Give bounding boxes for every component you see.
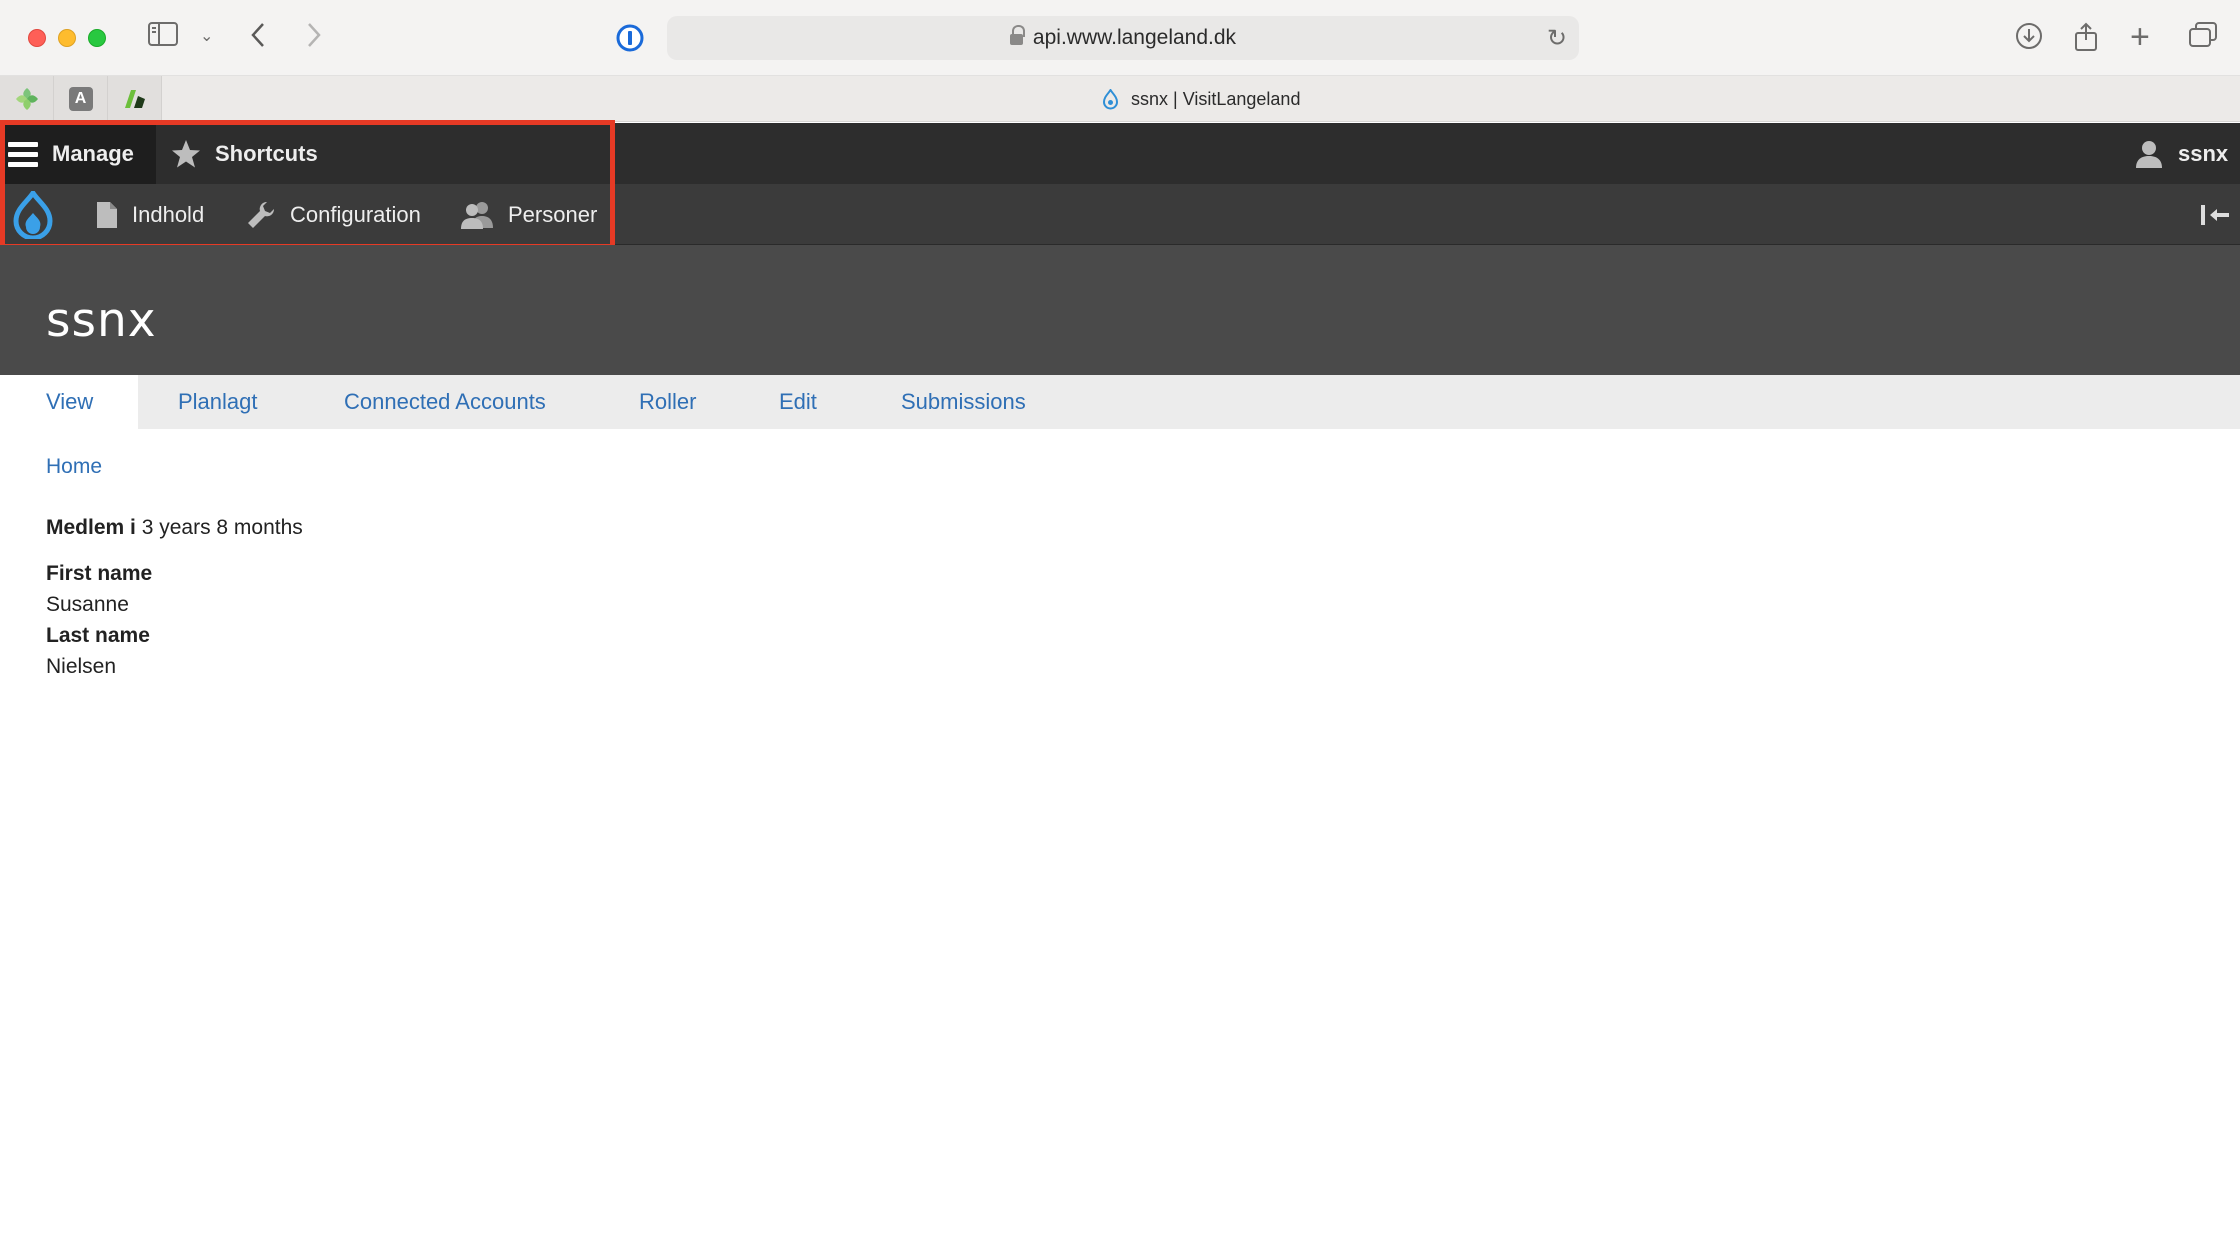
member-for-label: Medlem i [46, 516, 136, 539]
user-icon [2136, 140, 2162, 168]
minimize-window-button[interactable] [58, 29, 76, 47]
forward-icon[interactable] [306, 22, 322, 48]
address-bar[interactable]: api.www.langeland.dk ↻ [667, 16, 1579, 60]
page-header: ssnx [0, 245, 2240, 375]
downloads-icon[interactable] [2015, 22, 2043, 50]
green-tag-icon [124, 90, 145, 108]
zoom-window-button[interactable] [88, 29, 106, 47]
tab-title-text: ssnx | VisitLangeland [1131, 88, 1301, 109]
member-for-value: 3 years 8 months [141, 516, 303, 539]
pinned-tab-leaf[interactable] [0, 76, 54, 122]
sidebar-toggle-icon[interactable] [148, 22, 178, 46]
first-name-value: Susanne [46, 593, 129, 616]
tab-overview-icon[interactable] [2189, 22, 2217, 48]
tab-roller[interactable]: Roller [639, 375, 696, 429]
first-name-label: First name [46, 562, 153, 585]
tab-label: View [46, 389, 94, 414]
member-for-row: Medlem i 3 years 8 months [46, 516, 303, 540]
tab-view[interactable]: View [0, 375, 138, 429]
pinned-tabs: A [0, 76, 162, 122]
window-controls [28, 29, 106, 47]
back-icon[interactable] [250, 22, 266, 48]
tab-edit[interactable]: Edit [779, 375, 817, 429]
tab-label: Planlagt [178, 389, 258, 414]
collapse-tray-icon [2201, 204, 2229, 225]
password-manager-icon[interactable] [616, 24, 644, 52]
reload-icon[interactable]: ↻ [1547, 24, 1567, 53]
user-label: ssnx [2178, 140, 2229, 166]
url-text: api.www.langeland.dk [1032, 26, 1237, 49]
tray-orientation-toggle[interactable] [2200, 184, 2240, 245]
drupal-drop-icon [1102, 88, 1119, 109]
tab-label: Submissions [901, 389, 1026, 414]
pinned-tab-tag[interactable] [108, 76, 162, 122]
share-icon[interactable] [2074, 22, 2098, 52]
tab-label: Connected Accounts [344, 389, 546, 414]
tab-label: Roller [639, 389, 697, 414]
active-browser-tab[interactable]: ssnx | VisitLangeland [1102, 76, 1300, 122]
tab-connected-accounts[interactable]: Connected Accounts [344, 375, 546, 429]
lock-icon [1009, 25, 1025, 48]
user-account-button[interactable]: ssnx [2134, 123, 2228, 184]
last-name-value: Nielsen [46, 655, 117, 678]
chevron-down-icon[interactable]: ⌄ [200, 22, 213, 52]
close-window-button[interactable] [28, 29, 46, 47]
pinned-tab-a[interactable]: A [54, 76, 108, 122]
breadcrumb: Home [46, 455, 102, 479]
local-tabs: View Planlagt Connected Accounts Roller … [0, 375, 2240, 429]
highlight-annotation [0, 120, 615, 249]
breadcrumb-home-link[interactable]: Home [46, 455, 102, 478]
browser-tab-bar: A ssnx | VisitLangeland [0, 76, 2240, 122]
a-letter-icon: A [68, 87, 93, 111]
new-tab-icon[interactable]: + [2130, 20, 2150, 54]
tab-submissions[interactable]: Submissions [901, 375, 1026, 429]
green-leaf-icon [15, 88, 38, 110]
last-name-label: Last name [46, 624, 150, 647]
tab-label: Edit [779, 389, 817, 414]
page-title: ssnx [46, 293, 157, 348]
browser-chrome: ⌄ api.www.langeland.dk ↻ + [0, 0, 2240, 76]
